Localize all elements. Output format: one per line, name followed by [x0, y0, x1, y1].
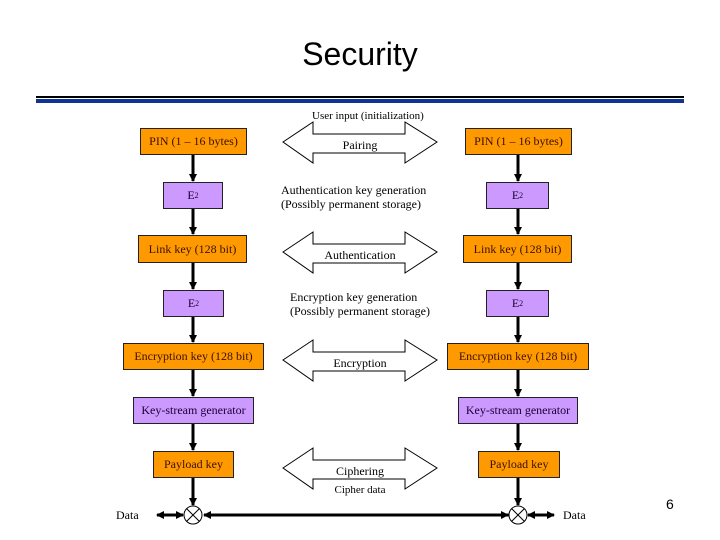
- right-payload-key-box: Payload key: [478, 451, 560, 478]
- left-link-key-box: Link key (128 bit): [138, 235, 247, 263]
- left-payload-key-box: Payload key: [153, 451, 234, 478]
- right-link-key-box: Link key (128 bit): [463, 235, 572, 263]
- auth-key-generation-label: Authentication key generation: [281, 183, 427, 197]
- enc-key-generation-label: Encryption key generation: [290, 290, 418, 304]
- ciphering-label: Ciphering: [336, 464, 384, 478]
- pairing-label: Pairing: [342, 138, 378, 152]
- enc-key-storage-label: (Possibly permanent storage): [290, 304, 430, 318]
- cipher-data-label: Cipher data: [334, 484, 386, 496]
- left-encryption-key-box: Encryption key (128 bit): [123, 343, 264, 370]
- right-data-label: Data: [563, 508, 586, 522]
- left-pin-box: PIN (1 – 16 bytes): [140, 128, 247, 155]
- user-input-label: User input (initialization): [312, 110, 424, 122]
- xor-left-icon: [183, 505, 203, 525]
- right-e2-box-1: E2: [486, 182, 549, 209]
- xor-right-icon: [508, 505, 528, 525]
- page-number: 6: [666, 496, 674, 512]
- encryption-label: Encryption: [333, 356, 387, 370]
- auth-key-storage-label: (Possibly permanent storage): [281, 197, 421, 211]
- right-encryption-key-box: Encryption key (128 bit): [447, 343, 589, 370]
- left-data-label: Data: [116, 508, 139, 522]
- diagram-connectors: [156, 121, 555, 525]
- right-keystream-generator-box: Key-stream generator: [458, 397, 578, 424]
- left-e2-box-1: E2: [163, 182, 223, 209]
- authentication-label: Authentication: [324, 248, 396, 262]
- right-e2-box-2: E2: [486, 290, 549, 317]
- right-pin-box: PIN (1 – 16 bytes): [465, 128, 572, 155]
- left-keystream-generator-box: Key-stream generator: [133, 397, 254, 424]
- left-e2-box-2: E2: [163, 290, 224, 317]
